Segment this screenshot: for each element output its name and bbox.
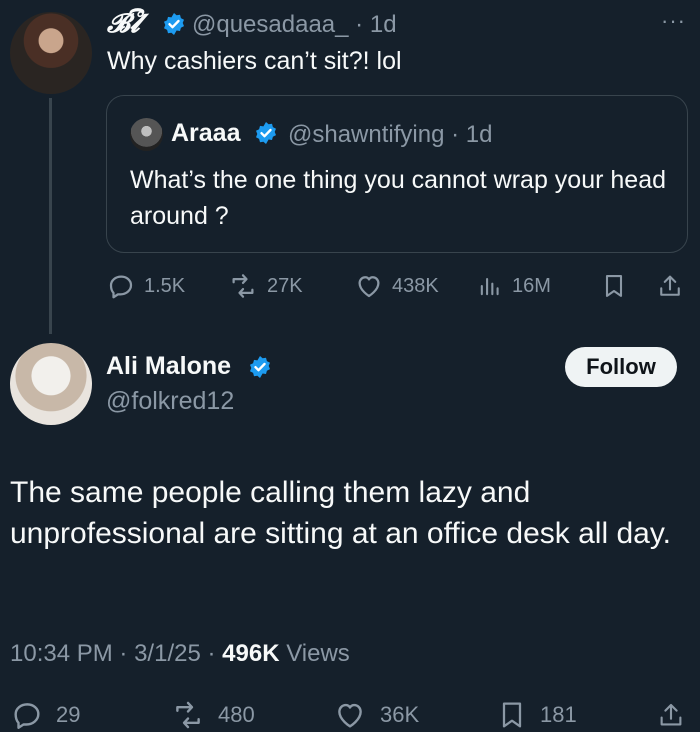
views-count: 496K — [222, 640, 280, 667]
reply-count: 29 — [56, 702, 81, 727]
repost-button[interactable]: 27K — [227, 271, 303, 301]
repost-icon — [176, 701, 200, 729]
timestamp[interactable]: 1d — [370, 11, 397, 38]
quote-text: What’s the one thing you cannot wrap you… — [130, 166, 666, 230]
avatar[interactable] — [10, 12, 92, 94]
bookmark-icon — [605, 275, 623, 297]
thread-line — [49, 98, 52, 334]
tweet-date[interactable]: 3/1/25 — [134, 640, 201, 667]
tweet-text: The same people calling them lazy and un… — [10, 476, 671, 550]
like-count: 438K — [392, 274, 439, 297]
handle[interactable]: @quesadaaa_ — [192, 11, 349, 38]
reply-icon — [14, 703, 40, 729]
repost-count: 480 — [218, 702, 255, 727]
heart-icon — [338, 703, 362, 728]
views-button[interactable]: 16M — [476, 271, 551, 301]
quote-timestamp: 1d — [465, 121, 493, 148]
reply-button[interactable]: 29 — [10, 698, 80, 732]
bookmark-icon — [502, 702, 522, 728]
reply-icon — [109, 275, 133, 299]
like-count: 36K — [380, 702, 420, 727]
verified-badge-icon — [162, 12, 186, 36]
more-options-icon[interactable]: ··· — [661, 8, 686, 34]
quote-avatar — [130, 118, 163, 151]
avatar[interactable] — [10, 343, 92, 425]
quote-handle: @shawntifying — [288, 121, 445, 148]
views-label: Views — [286, 640, 350, 667]
heart-icon — [358, 276, 380, 298]
bookmark-button[interactable]: 181 — [496, 698, 577, 732]
like-button[interactable]: 36K — [332, 698, 419, 732]
tweet-meta: 10:34 PM · 3/1/25 · 496K Views — [10, 640, 350, 668]
verified-badge-icon — [254, 121, 278, 145]
separator: · — [451, 121, 460, 148]
separator: · — [355, 11, 364, 38]
repost-count: 27K — [267, 274, 303, 297]
share-icon — [660, 703, 682, 726]
tweet-handle-time[interactable]: @quesadaaa_ · 1d — [192, 11, 397, 39]
display-name[interactable]: 𝓑𝓵ී — [107, 9, 140, 40]
repost-icon — [232, 274, 254, 298]
share-icon — [660, 275, 680, 296]
follow-button[interactable]: Follow — [565, 347, 677, 387]
reply-count: 1.5K — [144, 274, 186, 297]
separator: · — [207, 640, 216, 667]
tweet-text: Why cashiers can’t sit?! lol — [107, 47, 402, 75]
quote-handle-time: @shawntifying · 1d — [288, 121, 492, 149]
analytics-icon — [480, 277, 499, 296]
tweet-time[interactable]: 10:34 PM — [10, 640, 113, 667]
repost-button[interactable]: 480 — [170, 698, 255, 732]
share-button[interactable] — [656, 271, 684, 301]
quote-display-name: Araaa — [171, 119, 241, 147]
like-button[interactable]: 438K — [354, 271, 439, 301]
bookmark-button[interactable] — [600, 271, 628, 301]
views-count: 16M — [512, 274, 551, 297]
reply-button[interactable]: 1.5K — [106, 271, 185, 301]
bookmark-count: 181 — [540, 702, 577, 727]
handle[interactable]: @folkred12 — [106, 387, 234, 416]
share-button[interactable] — [656, 698, 686, 732]
separator: · — [119, 640, 128, 667]
verified-badge-icon — [248, 355, 272, 379]
display-name[interactable]: Ali Malone — [106, 352, 231, 381]
